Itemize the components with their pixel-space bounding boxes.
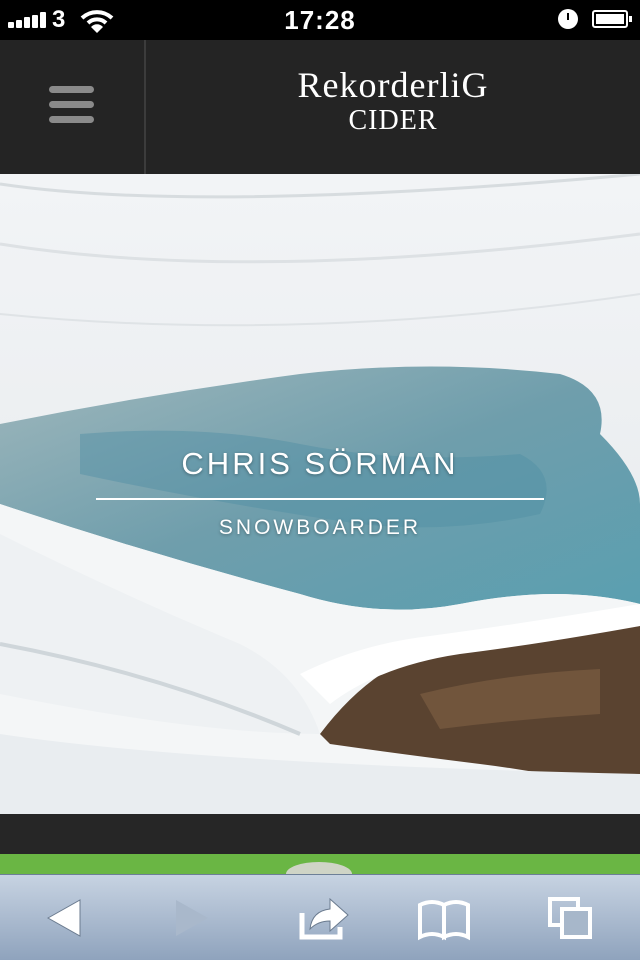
alarm-icon bbox=[558, 9, 578, 29]
logo-wordmark: RekorderliG bbox=[297, 65, 489, 105]
status-time: 17:28 bbox=[284, 5, 356, 35]
preview-image bbox=[286, 862, 352, 874]
content-band bbox=[0, 814, 640, 854]
menu-button[interactable] bbox=[0, 40, 146, 174]
back-icon[interactable] bbox=[36, 893, 92, 943]
brand-logo[interactable]: RekorderliG CIDER bbox=[146, 64, 640, 136]
athlete-role: SNOWBOARDER bbox=[218, 516, 422, 539]
athlete-name: CHRIS SÖRMAN bbox=[181, 446, 459, 481]
site-header: RekorderliG CIDER bbox=[0, 40, 640, 174]
forward-icon[interactable] bbox=[164, 893, 220, 943]
bookmarks-icon[interactable] bbox=[416, 893, 472, 943]
status-bar: 3 17:28 bbox=[0, 0, 640, 40]
hero-caption: CHRIS SÖRMAN SNOWBOARDER bbox=[96, 444, 544, 540]
hero-image[interactable]: CHRIS SÖRMAN SNOWBOARDER bbox=[0, 174, 640, 814]
hamburger-menu-icon bbox=[49, 86, 94, 93]
battery-icon bbox=[592, 10, 632, 28]
tabs-icon[interactable] bbox=[544, 893, 600, 943]
green-section-preview[interactable] bbox=[0, 854, 640, 874]
share-icon[interactable] bbox=[296, 893, 352, 943]
caption-divider bbox=[96, 498, 544, 500]
browser-toolbar bbox=[0, 874, 640, 960]
logo-subtitle: CIDER bbox=[348, 105, 438, 136]
